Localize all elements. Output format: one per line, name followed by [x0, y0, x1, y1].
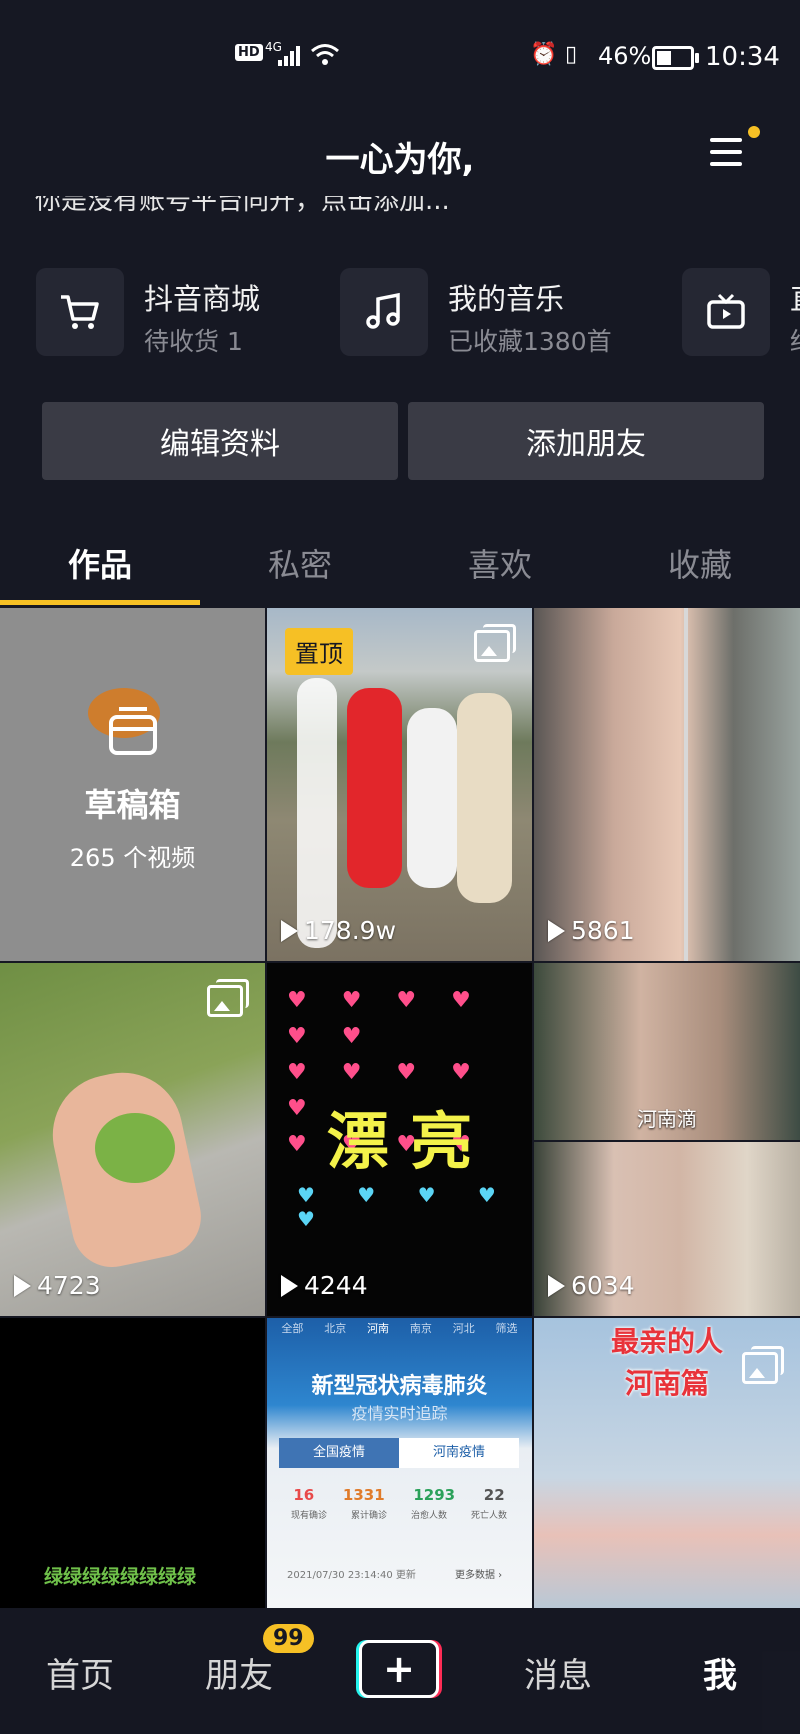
nav-me[interactable]: 我 [703, 1648, 737, 1697]
image-post-icon [207, 979, 249, 1017]
nav-messages[interactable]: 消息 [524, 1648, 592, 1697]
play-count: 4723 [14, 1271, 101, 1300]
music-icon [340, 268, 428, 356]
region-chips: 全部 北京 河南 南京 河北 筛选 [281, 1322, 518, 1335]
update-time: 2021/07/30 23:14:40 更新 [287, 1570, 416, 1581]
nav-home[interactable]: 首页 [46, 1648, 114, 1697]
page-title: 一心为你, [325, 140, 475, 180]
shortcut-live[interactable]: 直 结 [682, 268, 800, 358]
edit-profile-button[interactable]: 编辑资料 [42, 402, 398, 480]
video-tile[interactable]: ♥ ♥ ♥ ♥ ♥ ♥ ♥ ♥ ♥ ♥ ♥ ♥ ♥ ♥ ♥ 漂 亮 ♥ ♥ ♥ ♥ … [267, 963, 532, 1316]
shortcut-label: 直 [790, 276, 800, 318]
video-subheadline: 疫情实时追踪 [351, 1404, 448, 1423]
video-tile[interactable]: 6034 [534, 1142, 800, 1316]
shortcut-sub: 待收货 1 [144, 327, 243, 356]
image-post-icon [742, 1346, 784, 1384]
person-figure [297, 678, 337, 948]
mirror-edge [684, 608, 688, 961]
shortcut-sub: 结 [790, 322, 800, 358]
create-button[interactable]: + [356, 1640, 442, 1698]
pinned-badge: 置顶 [285, 628, 353, 675]
more-data-link: 更多数据 › [455, 1570, 503, 1581]
tab-indicator [0, 600, 200, 605]
play-icon [14, 1274, 31, 1297]
tab-works[interactable]: 作品 [0, 540, 200, 586]
video-caption: 绿绿绿绿绿绿绿绿 [44, 1566, 197, 1588]
play-icon [548, 919, 565, 942]
menu-icon[interactable] [710, 138, 742, 166]
drafts-title: 草稿箱 [84, 786, 181, 824]
person-figure [457, 693, 512, 903]
battery-icon [652, 46, 699, 70]
data-tabs: 全国疫情 河南疫情 [279, 1438, 519, 1468]
video-tile[interactable]: 最亲的人 河南篇 [534, 1318, 800, 1608]
drafts-tile[interactable]: 草稿箱 265 个视频 [0, 608, 265, 961]
play-count: 5861 [548, 916, 635, 945]
video-headline: 新型冠状病毒肺炎 [311, 1374, 488, 1399]
person-figure [407, 708, 457, 888]
image-post-icon [474, 624, 516, 662]
video-caption: 河南滴 [637, 1107, 697, 1131]
shortcut-label: 我的音乐 [448, 282, 565, 316]
wifi-icon [311, 44, 339, 65]
play-icon [281, 1274, 298, 1297]
battery-percent: 46% [598, 42, 652, 70]
tab-private[interactable]: 私密 [200, 540, 400, 586]
video-tile[interactable]: 绿绿绿绿绿绿绿绿 [0, 1318, 265, 1608]
nav-friends[interactable]: 朋友 [205, 1648, 273, 1697]
plus-icon: + [359, 1640, 439, 1698]
tab-likes[interactable]: 喜欢 [400, 540, 600, 586]
hd-badge: HD [235, 44, 263, 61]
profile-bio[interactable]: 你是没有账号平台同开，点击添加... [35, 196, 775, 220]
bottom-nav: 首页 朋友 99 + 消息 我 [0, 1608, 800, 1734]
clock: 10:34 [705, 42, 780, 72]
shortcut-music[interactable]: 我的音乐 已收藏1380首 [340, 268, 612, 358]
video-tile[interactable]: 置顶 178.9w [267, 608, 532, 961]
cart-icon [36, 268, 124, 356]
hearts-decoration: ♥ ♥ ♥ ♥ ♥ [297, 1183, 514, 1231]
video-tile[interactable]: 河南滴 [534, 963, 800, 1140]
shortcut-sub: 已收藏1380首 [448, 327, 612, 356]
shortcut-label: 抖音商城 [144, 282, 261, 316]
add-friend-button[interactable]: 添加朋友 [408, 402, 764, 480]
stats-row: 16 1331 1293 22 [293, 1486, 505, 1504]
play-count: 4244 [281, 1271, 368, 1300]
tv-icon [682, 268, 770, 356]
overlay-text: 漂 亮 [326, 1105, 473, 1178]
vibrate-icon: ▯ [565, 42, 578, 67]
alarm-icon: ⏰ [530, 42, 558, 67]
play-icon [281, 919, 298, 942]
notification-dot [748, 126, 760, 138]
video-tile[interactable]: 4723 [0, 963, 265, 1316]
play-icon [548, 1274, 565, 1297]
drafts-count: 265 个视频 [69, 844, 196, 872]
tab-favorites[interactable]: 收藏 [600, 540, 800, 586]
video-tile[interactable]: 5861 [534, 608, 800, 961]
drafts-box-icon [109, 707, 157, 755]
signal-icon [278, 44, 300, 66]
play-count: 6034 [548, 1271, 635, 1300]
status-bar: HD 4G ⏰ ▯ 46% 10:34 [0, 0, 800, 110]
friends-badge: 99 [263, 1624, 314, 1653]
shortcut-mall[interactable]: 抖音商城 待收货 1 [36, 268, 296, 358]
stats-labels: 现有确诊 累计确诊 治愈人数 死亡人数 [290, 1511, 507, 1521]
person-figure [347, 688, 402, 888]
video-tile[interactable]: 全部 北京 河南 南京 河北 筛选 新型冠状病毒肺炎 疫情实时追踪 全国疫情 河南疫情 1… [267, 1318, 532, 1608]
play-count: 178.9w [281, 916, 396, 945]
fruit-shape [95, 1113, 175, 1183]
